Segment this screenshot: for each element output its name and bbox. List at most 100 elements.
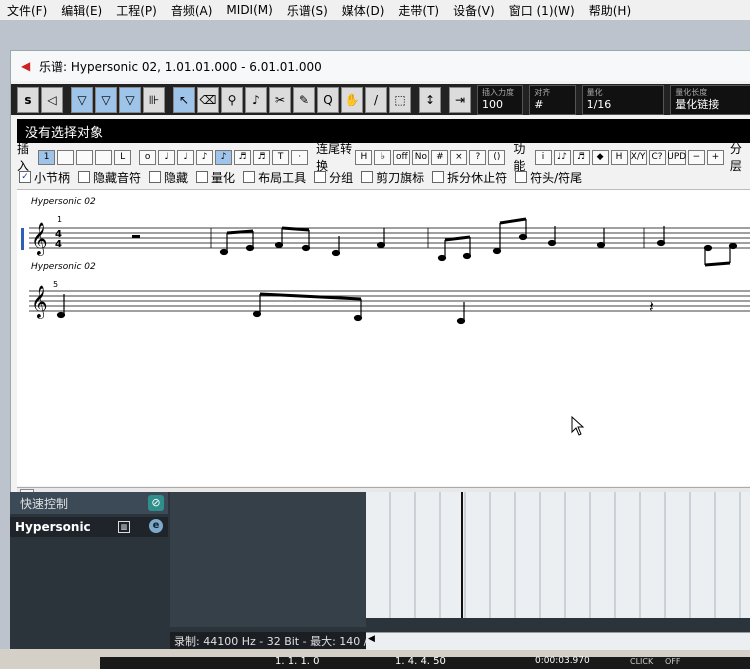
quantize-field[interactable]: 量化 1/16 — [581, 84, 665, 115]
quick-controls-header[interactable]: 快速控制 — [10, 492, 168, 514]
note-triplet[interactable]: T — [272, 149, 290, 165]
func-btn-5[interactable]: H — [610, 149, 628, 165]
func-btn-10[interactable]: + — [706, 149, 724, 165]
filter-bar-handles[interactable]: ✓ 小节柄 — [19, 169, 70, 186]
checkbox-icon[interactable] — [243, 171, 256, 183]
note-sixteenth[interactable]: ♪ — [215, 149, 233, 165]
note-tool-icon[interactable]: ♪ — [245, 86, 267, 113]
func-btn-4[interactable]: ◆ — [591, 149, 609, 165]
filter-hidden-notes[interactable]: 隐藏音符 — [78, 169, 141, 186]
filter-split-rests[interactable]: 拆分休止符 — [432, 169, 507, 186]
eraser-tool-icon[interactable]: ⌫ — [197, 86, 219, 113]
insert-voice-1[interactable]: 1 — [38, 149, 56, 165]
checkbox-icon[interactable] — [314, 171, 327, 183]
note-whole[interactable]: o — [139, 149, 157, 165]
insert-lock[interactable]: L — [114, 149, 132, 165]
quick-controls-toggle-icon[interactable]: ⊘ — [148, 495, 164, 511]
checkbox-icon[interactable] — [515, 171, 528, 183]
beam-btn-6[interactable]: × — [450, 149, 468, 165]
treble-clef-icon: 𝄞 — [31, 222, 48, 256]
filter-label: 拆分休止符 — [447, 170, 508, 185]
edit-channel-icon[interactable]: e — [149, 519, 163, 533]
insert-voice-2[interactable] — [57, 149, 75, 165]
menu-audio[interactable]: 音频(A) — [164, 2, 220, 19]
click-value[interactable]: OFF — [665, 657, 681, 666]
note-eighth[interactable]: ♪ — [196, 149, 214, 165]
page-mode-icon[interactable]: ⊪ — [143, 86, 165, 113]
zoom-tool-icon[interactable]: ⚲ — [221, 86, 243, 113]
arrow-tool-icon[interactable]: ↖ — [173, 86, 195, 113]
beam-btn-1[interactable]: H — [355, 149, 373, 165]
note-64th[interactable]: ♬ — [253, 149, 271, 165]
checkbox-icon[interactable] — [78, 171, 91, 183]
hand-tool-icon[interactable]: ✋ — [341, 86, 363, 113]
beam-btn-3[interactable]: off — [393, 149, 411, 165]
score-canvas[interactable]: Hypersonic 02 1 𝄞 4 4 Hypersonic 02 5 𝄞 … — [17, 189, 750, 486]
menu-devices[interactable]: 设备(V) — [446, 2, 502, 19]
record-info-text: 录制: 44100 Hz - 32 Bit - 最大: 140 / — [174, 634, 368, 648]
snap-move-icon[interactable]: ⇥ — [449, 86, 471, 113]
quantize-tool-icon[interactable]: Q — [317, 86, 339, 113]
window-titlebar[interactable]: ◀ 乐谱: Hypersonic 02, 1.01.01.000 - 6.01.… — [11, 51, 750, 81]
note-32nd[interactable]: ♬ — [234, 149, 252, 165]
menu-midi[interactable]: MIDI(M) — [219, 3, 279, 17]
func-btn-8[interactable]: UPD — [667, 149, 686, 165]
filter-grouping[interactable]: 分组 — [314, 169, 353, 186]
filter-layout-tool[interactable]: 布局工具 — [243, 169, 306, 186]
filter-quantize[interactable]: 量化 — [196, 169, 235, 186]
click-label[interactable]: CLICK — [630, 657, 653, 666]
menu-media-item[interactable]: 媒体(D) — [335, 2, 392, 19]
checkbox-icon[interactable] — [432, 171, 445, 183]
checkbox-checked-icon[interactable]: ✓ — [19, 171, 31, 183]
pencil-tool-icon[interactable]: ✎ — [293, 86, 315, 113]
note-dotted[interactable]: · — [291, 149, 309, 165]
select-tool-icon[interactable]: ⬚ — [389, 86, 411, 113]
instrument-keyboard-icon[interactable]: ▥ — [118, 521, 130, 533]
beam-btn-2[interactable]: ♭ — [374, 149, 392, 165]
note-quarter[interactable]: ♩ — [177, 149, 195, 165]
insert-voice-4[interactable] — [95, 149, 113, 165]
beam-btn-4[interactable]: No — [412, 149, 430, 165]
menu-file[interactable]: 文件(F) — [0, 2, 54, 19]
score-toolbar: s ◁ ▽ ▽ ▽ ⊪ ↖ ⌫ ⚲ ♪ ✂ ✎ Q ✋ / ⬚ ↕ ⇥ 插入力度… — [11, 84, 750, 115]
tool-strip-toggle-icon[interactable]: ▽ — [95, 86, 117, 113]
menu-project[interactable]: 工程(P) — [109, 2, 164, 19]
snap-field[interactable]: 对齐 # — [529, 84, 576, 115]
info-line-toggle-icon[interactable]: ▽ — [71, 86, 93, 113]
selection-status-text: 没有选择对象 — [25, 125, 104, 141]
beam-btn-7[interactable]: ? — [469, 149, 487, 165]
beam-btn-5[interactable]: # — [431, 149, 449, 165]
func-btn-3[interactable]: ♬ — [572, 149, 590, 165]
scroll-left-icon[interactable]: ◀ — [368, 634, 375, 644]
project-grid[interactable] — [366, 492, 750, 618]
checkbox-icon[interactable] — [149, 171, 162, 183]
scissors-tool-icon[interactable]: ✂ — [269, 86, 291, 113]
filter-stems-beams[interactable]: 符头/符尾 — [515, 169, 582, 186]
func-btn-9[interactable]: − — [687, 149, 705, 165]
speaker-icon[interactable]: ◁ — [41, 86, 63, 113]
menu-transport[interactable]: 走带(T) — [391, 2, 446, 19]
track-row[interactable]: Hypersonic ▥ e — [10, 517, 168, 537]
checkbox-icon[interactable] — [196, 171, 209, 183]
note-half[interactable]: ♩ — [158, 149, 176, 165]
draw-tool-icon[interactable]: / — [365, 86, 387, 113]
filter-hidden[interactable]: 隐藏 — [149, 169, 188, 186]
filter-cut-flags[interactable]: 剪刀旗标 — [361, 169, 424, 186]
project-horizontal-scrollbar[interactable]: ◀ — [366, 632, 750, 650]
autoscroll-icon[interactable]: ↕ — [419, 86, 441, 113]
filter-bar-toggle-icon[interactable]: ▽ — [119, 86, 141, 113]
beam-btn-8[interactable]: () — [488, 149, 506, 165]
menu-edit[interactable]: 编辑(E) — [54, 2, 109, 19]
insert-voice-3[interactable] — [76, 149, 94, 165]
checkbox-icon[interactable] — [361, 171, 374, 183]
solo-icon[interactable]: s — [17, 86, 39, 113]
func-btn-2[interactable]: ♩♪ — [553, 149, 571, 165]
func-btn-6[interactable]: X/Y — [629, 149, 647, 165]
insert-velocity-field[interactable]: 插入力度 100 — [477, 84, 524, 115]
menu-help[interactable]: 帮助(H) — [582, 2, 638, 19]
menu-window[interactable]: 窗口 (1)(W) — [502, 2, 582, 19]
func-btn-7[interactable]: C? — [648, 149, 666, 165]
quantize-length-field[interactable]: 量化长度 量化链接 — [670, 84, 750, 115]
func-btn-1[interactable]: i — [534, 149, 552, 165]
menu-scores[interactable]: 乐谱(S) — [280, 2, 335, 19]
